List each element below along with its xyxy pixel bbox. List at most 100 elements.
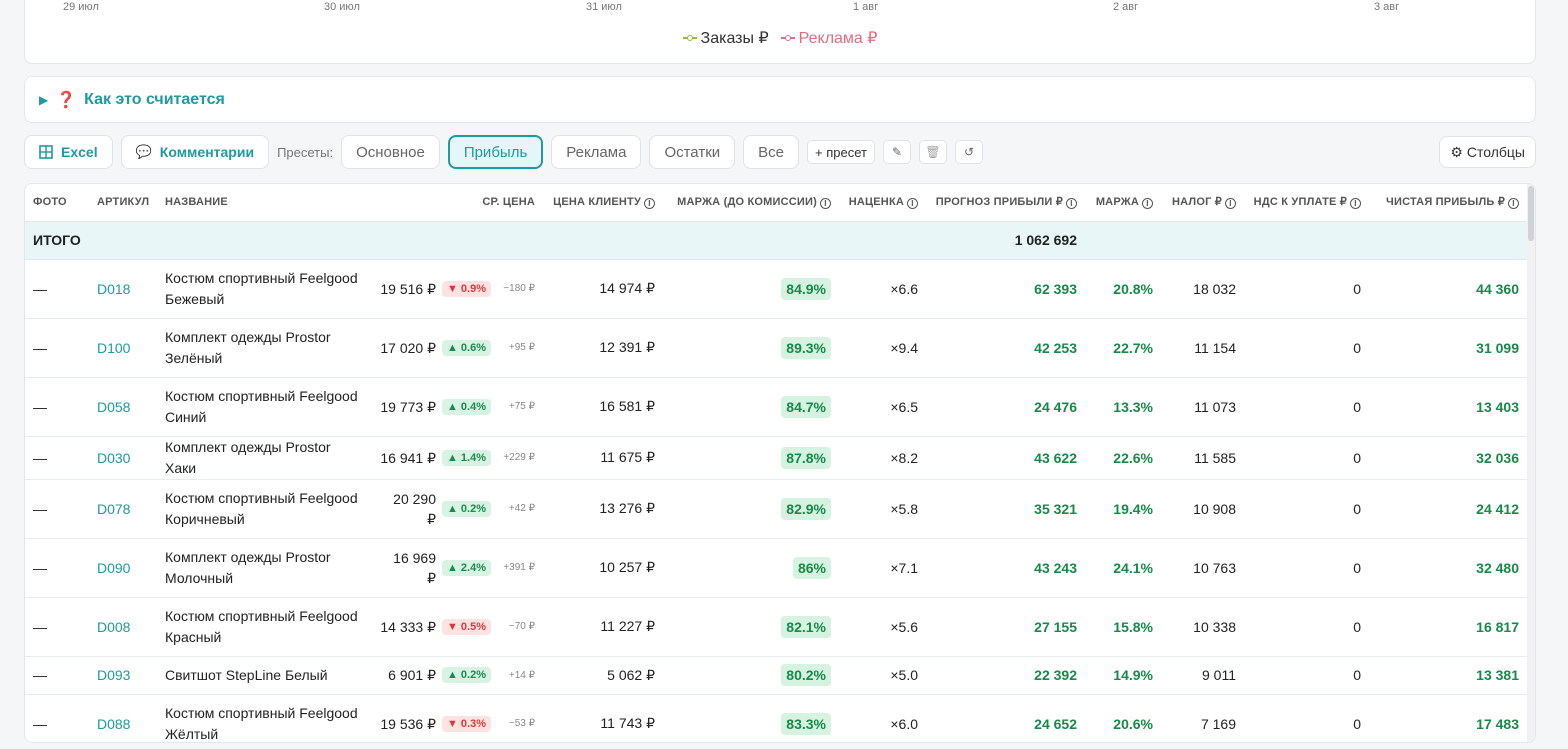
column-header-client-price[interactable]: Цена клиенту i — [543, 184, 663, 222]
sku-link[interactable]: D088 — [89, 694, 157, 742]
info-icon[interactable]: i — [1142, 197, 1153, 209]
info-icon[interactable]: i — [1350, 198, 1361, 210]
preset-stock[interactable]: Остатки — [649, 135, 736, 169]
delete-preset-button[interactable]: 🗑 — [918, 140, 947, 164]
preset-all[interactable]: Все — [743, 135, 799, 169]
price-change-badge: ▲ 2.4% — [441, 559, 491, 576]
sku-link[interactable]: D078 — [89, 479, 157, 539]
comments-button[interactable]: 💬 Комментарии — [120, 135, 270, 169]
avg-price: 17 020 ₽ — [380, 339, 436, 356]
profit-table: Фото Артикул Название Ср. цена Цена клие… — [24, 183, 1536, 743]
comments-label: Комментарии — [159, 144, 255, 160]
info-icon[interactable]: i — [1066, 198, 1077, 210]
info-icon[interactable]: i — [907, 197, 918, 209]
legend-item-orders[interactable]: Заказы ₽ — [682, 28, 769, 48]
vat: 0 — [1244, 597, 1369, 657]
info-icon[interactable]: i — [644, 197, 655, 209]
product-name: Костюм спортивный Feelgood Коричневый — [157, 479, 367, 539]
excel-button[interactable]: Excel — [24, 135, 113, 169]
margin: 20.6% — [1085, 694, 1161, 742]
price-delta: +229 ₽ — [503, 452, 535, 463]
sku-link[interactable]: D058 — [89, 377, 157, 437]
header-label: Маржа — [1095, 195, 1139, 208]
gear-icon: ⚙ — [1450, 143, 1463, 160]
client-price: 13 276 ₽ — [543, 479, 663, 539]
table-scrollbar[interactable] — [1527, 184, 1535, 742]
header-label: Прогноз прибыли ₽ — [935, 196, 1063, 209]
vat: 0 — [1244, 694, 1369, 742]
table-row[interactable]: — D018 Костюм спортивный Feelgood Бежевый 1… — [25, 259, 1527, 319]
legend-item-ads[interactable]: Реклама ₽ — [780, 28, 877, 48]
info-icon[interactable]: i — [1225, 198, 1236, 210]
columns-button[interactable]: ⚙ Столбцы — [1439, 136, 1536, 168]
avg-price: 19 536 ₽ — [380, 715, 436, 732]
column-header-markup[interactable]: Наценка i — [839, 184, 926, 222]
table-row[interactable]: — D100 Комплект одежды Prostor Зелёный 17 0… — [25, 318, 1527, 378]
client-price: 12 391 ₽ — [543, 318, 663, 378]
profit-forecast: 27 155 — [926, 597, 1085, 657]
client-price: 5 062 ₽ — [543, 656, 663, 695]
profit-forecast: 43 622 — [926, 436, 1085, 480]
preset-main[interactable]: Основное — [341, 135, 440, 169]
edit-preset-button[interactable]: ✎ — [882, 140, 911, 164]
margin: 15.8% — [1085, 597, 1161, 657]
avg-price: 6 901 ₽ — [388, 667, 436, 683]
vat: 0 — [1244, 259, 1369, 319]
sku-link[interactable]: D030 — [89, 436, 157, 480]
reset-preset-button[interactable]: ↺ — [954, 140, 983, 164]
column-header-margin-pre[interactable]: Маржа (до комиссии) i — [663, 184, 839, 222]
column-header-photo[interactable]: Фото — [25, 184, 89, 222]
header-label: Наценка — [848, 195, 904, 208]
table-row[interactable]: — D093 Свитшот StepLine Белый 6 901 ₽ ▲ 0.2%… — [25, 656, 1527, 695]
product-name: Костюм спортивный Feelgood Синий — [157, 377, 367, 437]
sku-link[interactable]: D018 — [89, 259, 157, 319]
column-header-tax[interactable]: Налог ₽ i — [1161, 184, 1244, 222]
photo-cell: — — [25, 694, 89, 742]
x-tick-label: 1 авг — [853, 1, 879, 13]
margin-pre-badge: 80.2% — [781, 664, 831, 686]
table-row[interactable]: — D008 Костюм спортивный Feelgood Красный 1… — [25, 597, 1527, 657]
sku-link[interactable]: D008 — [89, 597, 157, 657]
table-row[interactable]: — D090 Комплект одежды Prostor Молочный 16 … — [25, 538, 1527, 598]
columns-label: Столбцы — [1466, 144, 1525, 160]
table-row[interactable]: — D058 Костюм спортивный Feelgood Синий 19 … — [25, 377, 1527, 437]
price-change-badge: ▲ 0.2% — [441, 500, 491, 517]
table-row[interactable]: — D088 Костюм спортивный Feelgood Жёлтый 19… — [25, 694, 1527, 742]
info-icon[interactable]: i — [820, 197, 831, 209]
photo-cell: — — [25, 597, 89, 657]
markup: ×6.6 — [839, 259, 926, 319]
vat: 0 — [1244, 538, 1369, 598]
legend-label: Заказы ₽ — [700, 30, 769, 47]
column-header-vat[interactable]: НДС к уплате ₽ i — [1244, 184, 1369, 222]
product-name: Комплект одежды Prostor Молочный — [157, 538, 367, 598]
column-header-sku[interactable]: Артикул — [89, 184, 157, 222]
client-price: 14 974 ₽ — [543, 259, 663, 319]
sku-link[interactable]: D090 — [89, 538, 157, 598]
chart-legend: Заказы ₽ Реклама ₽ — [25, 28, 1535, 48]
avg-price-cell: 20 290 ₽ ▲ 0.2% +42 ₽ — [367, 479, 543, 539]
column-header-profit-forecast[interactable]: Прогноз прибыли ₽ i — [926, 184, 1085, 222]
column-header-margin[interactable]: Маржа i — [1085, 184, 1161, 222]
info-icon[interactable]: i — [1508, 198, 1519, 210]
net-profit: 32 036 — [1369, 436, 1527, 480]
column-header-name[interactable]: Название — [157, 184, 367, 222]
preset-ads[interactable]: Реклама — [551, 135, 642, 169]
add-preset-button[interactable]: + пресет — [807, 140, 875, 164]
sku-link[interactable]: D100 — [89, 318, 157, 378]
margin-pre-badge: 82.9% — [781, 497, 831, 520]
pencil-icon: ✎ — [891, 145, 902, 159]
markup: ×5.8 — [839, 479, 926, 539]
sku-link[interactable]: D093 — [89, 656, 157, 695]
scrollbar-thumb[interactable] — [1528, 186, 1534, 241]
column-header-net-profit[interactable]: Чистая прибыль ₽ i — [1369, 184, 1527, 222]
how-calculated-toggle[interactable]: ▶ ❓ Как это считается — [24, 76, 1536, 123]
price-delta: −53 ₽ — [508, 718, 535, 729]
avg-price-cell: 14 333 ₽ ▼ 0.5% −70 ₽ — [367, 597, 543, 657]
table-row[interactable]: — D078 Костюм спортивный Feelgood Коричнев… — [25, 479, 1527, 539]
avg-price-cell: 19 773 ₽ ▲ 0.4% +75 ₽ — [367, 377, 543, 437]
margin: 20.8% — [1085, 259, 1161, 319]
preset-profit[interactable]: Прибыль — [447, 135, 544, 169]
table-row[interactable]: — D030 Комплект одежды Prostor Хаки 16 941 … — [25, 436, 1527, 480]
column-header-avg-price[interactable]: Ср. цена — [367, 184, 543, 222]
net-profit: 32 480 — [1369, 538, 1527, 598]
